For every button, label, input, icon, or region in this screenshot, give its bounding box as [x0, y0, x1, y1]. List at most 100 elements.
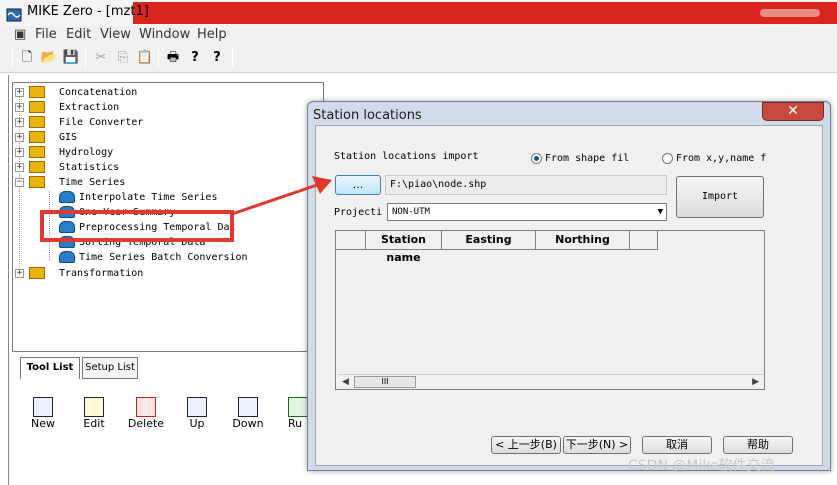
- new-file-icon[interactable]: 🗋: [18, 49, 36, 67]
- new-button-label: New: [31, 417, 55, 430]
- import-stations-button[interactable]: Import stations: [676, 176, 764, 242]
- radio-from-shape-file[interactable]: [531, 153, 542, 164]
- next-button[interactable]: 下一步(N) >: [563, 436, 631, 454]
- move-up-icon: [187, 397, 207, 417]
- copy-icon[interactable]: ⎘: [114, 49, 132, 67]
- toolbox-folder-icon: [29, 86, 45, 98]
- tree-item-label: Time Series: [59, 177, 126, 188]
- scroll-left-icon[interactable]: ◀: [342, 377, 349, 387]
- column-header-extra: [630, 231, 658, 250]
- projection-value: NON-UTM: [392, 207, 430, 217]
- tree-item-label: Statistics: [59, 162, 120, 173]
- column-header-easting[interactable]: Easting: [442, 231, 536, 250]
- toolbar: 🗋 📂 💾 ✂ ⎘ 📋 🖶 ? ?: [0, 45, 837, 73]
- projection-label: Projecti: [334, 207, 383, 218]
- shape-file-path-field[interactable]: F:\piao\node.shp: [385, 175, 667, 195]
- run-icon: [288, 397, 308, 417]
- menu-edit[interactable]: Edit: [66, 27, 91, 42]
- scroll-right-icon[interactable]: ▶: [752, 377, 759, 387]
- context-help-icon[interactable]: ?: [208, 49, 226, 67]
- browse-button[interactable]: ...: [335, 175, 381, 195]
- run-button[interactable]: Ru: [282, 397, 308, 435]
- menu-window[interactable]: Window: [139, 27, 190, 42]
- radio-from-xy-name-file[interactable]: [662, 153, 673, 164]
- paste-icon[interactable]: 📋: [136, 49, 154, 67]
- dialog-title: Station locations: [313, 108, 422, 123]
- help-button[interactable]: 帮助: [723, 436, 793, 454]
- expand-icon[interactable]: +: [15, 148, 24, 157]
- annotation-highlight-box: [40, 210, 234, 242]
- tree-item-label: Hydrology: [59, 147, 114, 158]
- column-header-northing[interactable]: Northing: [536, 231, 630, 250]
- cancel-button[interactable]: 取消: [642, 436, 712, 454]
- menu-view[interactable]: View: [100, 27, 131, 42]
- tree-item-hydrology[interactable]: + Hydrology: [13, 145, 313, 160]
- expand-icon[interactable]: +: [15, 103, 24, 112]
- radio-from-shape-file-label: From shape fil: [545, 153, 630, 164]
- document-icon[interactable]: ▣: [14, 27, 26, 42]
- tree-item-file-converter[interactable]: + File Converter: [13, 115, 313, 130]
- projection-select[interactable]: NON-UTM ▼: [387, 203, 667, 221]
- toolbar-separator: [12, 48, 13, 68]
- title-bar-blurred-text: [760, 9, 820, 17]
- save-icon[interactable]: 💾: [62, 49, 80, 67]
- tree-item-label: Concatenation: [59, 87, 138, 98]
- toolbox-folder-icon: [29, 101, 45, 113]
- toolbox-folder-icon: [29, 161, 45, 173]
- close-icon[interactable]: ✕: [762, 102, 824, 121]
- edit-button[interactable]: Edit: [72, 397, 116, 435]
- down-button[interactable]: Down: [226, 397, 270, 435]
- toolbar-separator: [158, 48, 159, 68]
- menu-help[interactable]: Help: [197, 27, 227, 42]
- chevron-down-icon: ▼: [657, 207, 663, 217]
- scrollbar-thumb[interactable]: III: [354, 376, 416, 388]
- grid-corner-header: [336, 231, 366, 250]
- tree-item-label: Interpolate Time Series: [79, 192, 218, 203]
- tree-item-concatenation[interactable]: + Concatenation: [13, 85, 313, 100]
- edit-button-label: Edit: [83, 417, 105, 430]
- station-import-label: Station locations import: [334, 151, 479, 162]
- new-document-icon: [33, 397, 53, 417]
- expand-icon[interactable]: +: [15, 88, 24, 97]
- grid-horizontal-scrollbar[interactable]: ◀ III ▶: [338, 374, 763, 389]
- toolbox-folder-icon: [29, 267, 45, 279]
- radio-from-xy-label: From x,y,name f: [676, 153, 767, 164]
- back-button[interactable]: < 上一步(B): [491, 436, 561, 454]
- new-button[interactable]: New: [21, 397, 65, 435]
- up-button[interactable]: Up: [175, 397, 219, 435]
- delete-button[interactable]: Delete: [124, 397, 168, 435]
- open-folder-icon[interactable]: 📂: [40, 49, 58, 67]
- expand-icon[interactable]: +: [15, 133, 24, 142]
- expand-icon[interactable]: +: [15, 163, 24, 172]
- annotation-arrow-icon: [231, 176, 332, 216]
- tree-item-time-series-batch-conversion[interactable]: Time Series Batch Conversion: [13, 250, 313, 265]
- toolbox-folder-icon: [29, 116, 45, 128]
- expand-icon[interactable]: +: [15, 269, 24, 278]
- tree-item-gis[interactable]: + GIS: [13, 130, 313, 145]
- up-button-label: Up: [189, 417, 205, 430]
- tree-item-extraction[interactable]: + Extraction: [13, 100, 313, 115]
- menu-file[interactable]: File: [35, 27, 57, 42]
- column-header-station-name[interactable]: Station name: [366, 231, 442, 264]
- collapse-icon[interactable]: −: [15, 178, 24, 187]
- time-series-tool-icon: [59, 251, 75, 263]
- tab-setup-list[interactable]: Setup List: [82, 357, 138, 379]
- help-icon[interactable]: ?: [186, 49, 204, 67]
- stations-grid[interactable]: Station name Easting Northing: [335, 230, 765, 390]
- expand-icon[interactable]: +: [15, 118, 24, 127]
- tree-item-label: Extraction: [59, 102, 120, 113]
- title-bar-red-region: [133, 2, 837, 24]
- delete-button-label: Delete: [127, 417, 165, 430]
- run-button-label: Ru: [288, 417, 303, 430]
- toolbox-folder-icon: [29, 131, 45, 143]
- tree-item-label: GIS: [59, 132, 78, 143]
- cut-icon[interactable]: ✂: [92, 49, 110, 67]
- toolbox-folder-icon: [29, 146, 45, 158]
- tree-item-label: Transformation: [59, 268, 144, 279]
- delete-document-icon: [136, 397, 156, 417]
- tree-item-transformation[interactable]: + Transformation: [13, 266, 313, 281]
- tree-item-label: File Converter: [59, 117, 144, 128]
- tab-tool-list[interactable]: Tool List: [20, 357, 80, 379]
- window-title: MIKE Zero - [mzt1]: [27, 4, 149, 19]
- print-icon[interactable]: 🖶: [164, 49, 182, 67]
